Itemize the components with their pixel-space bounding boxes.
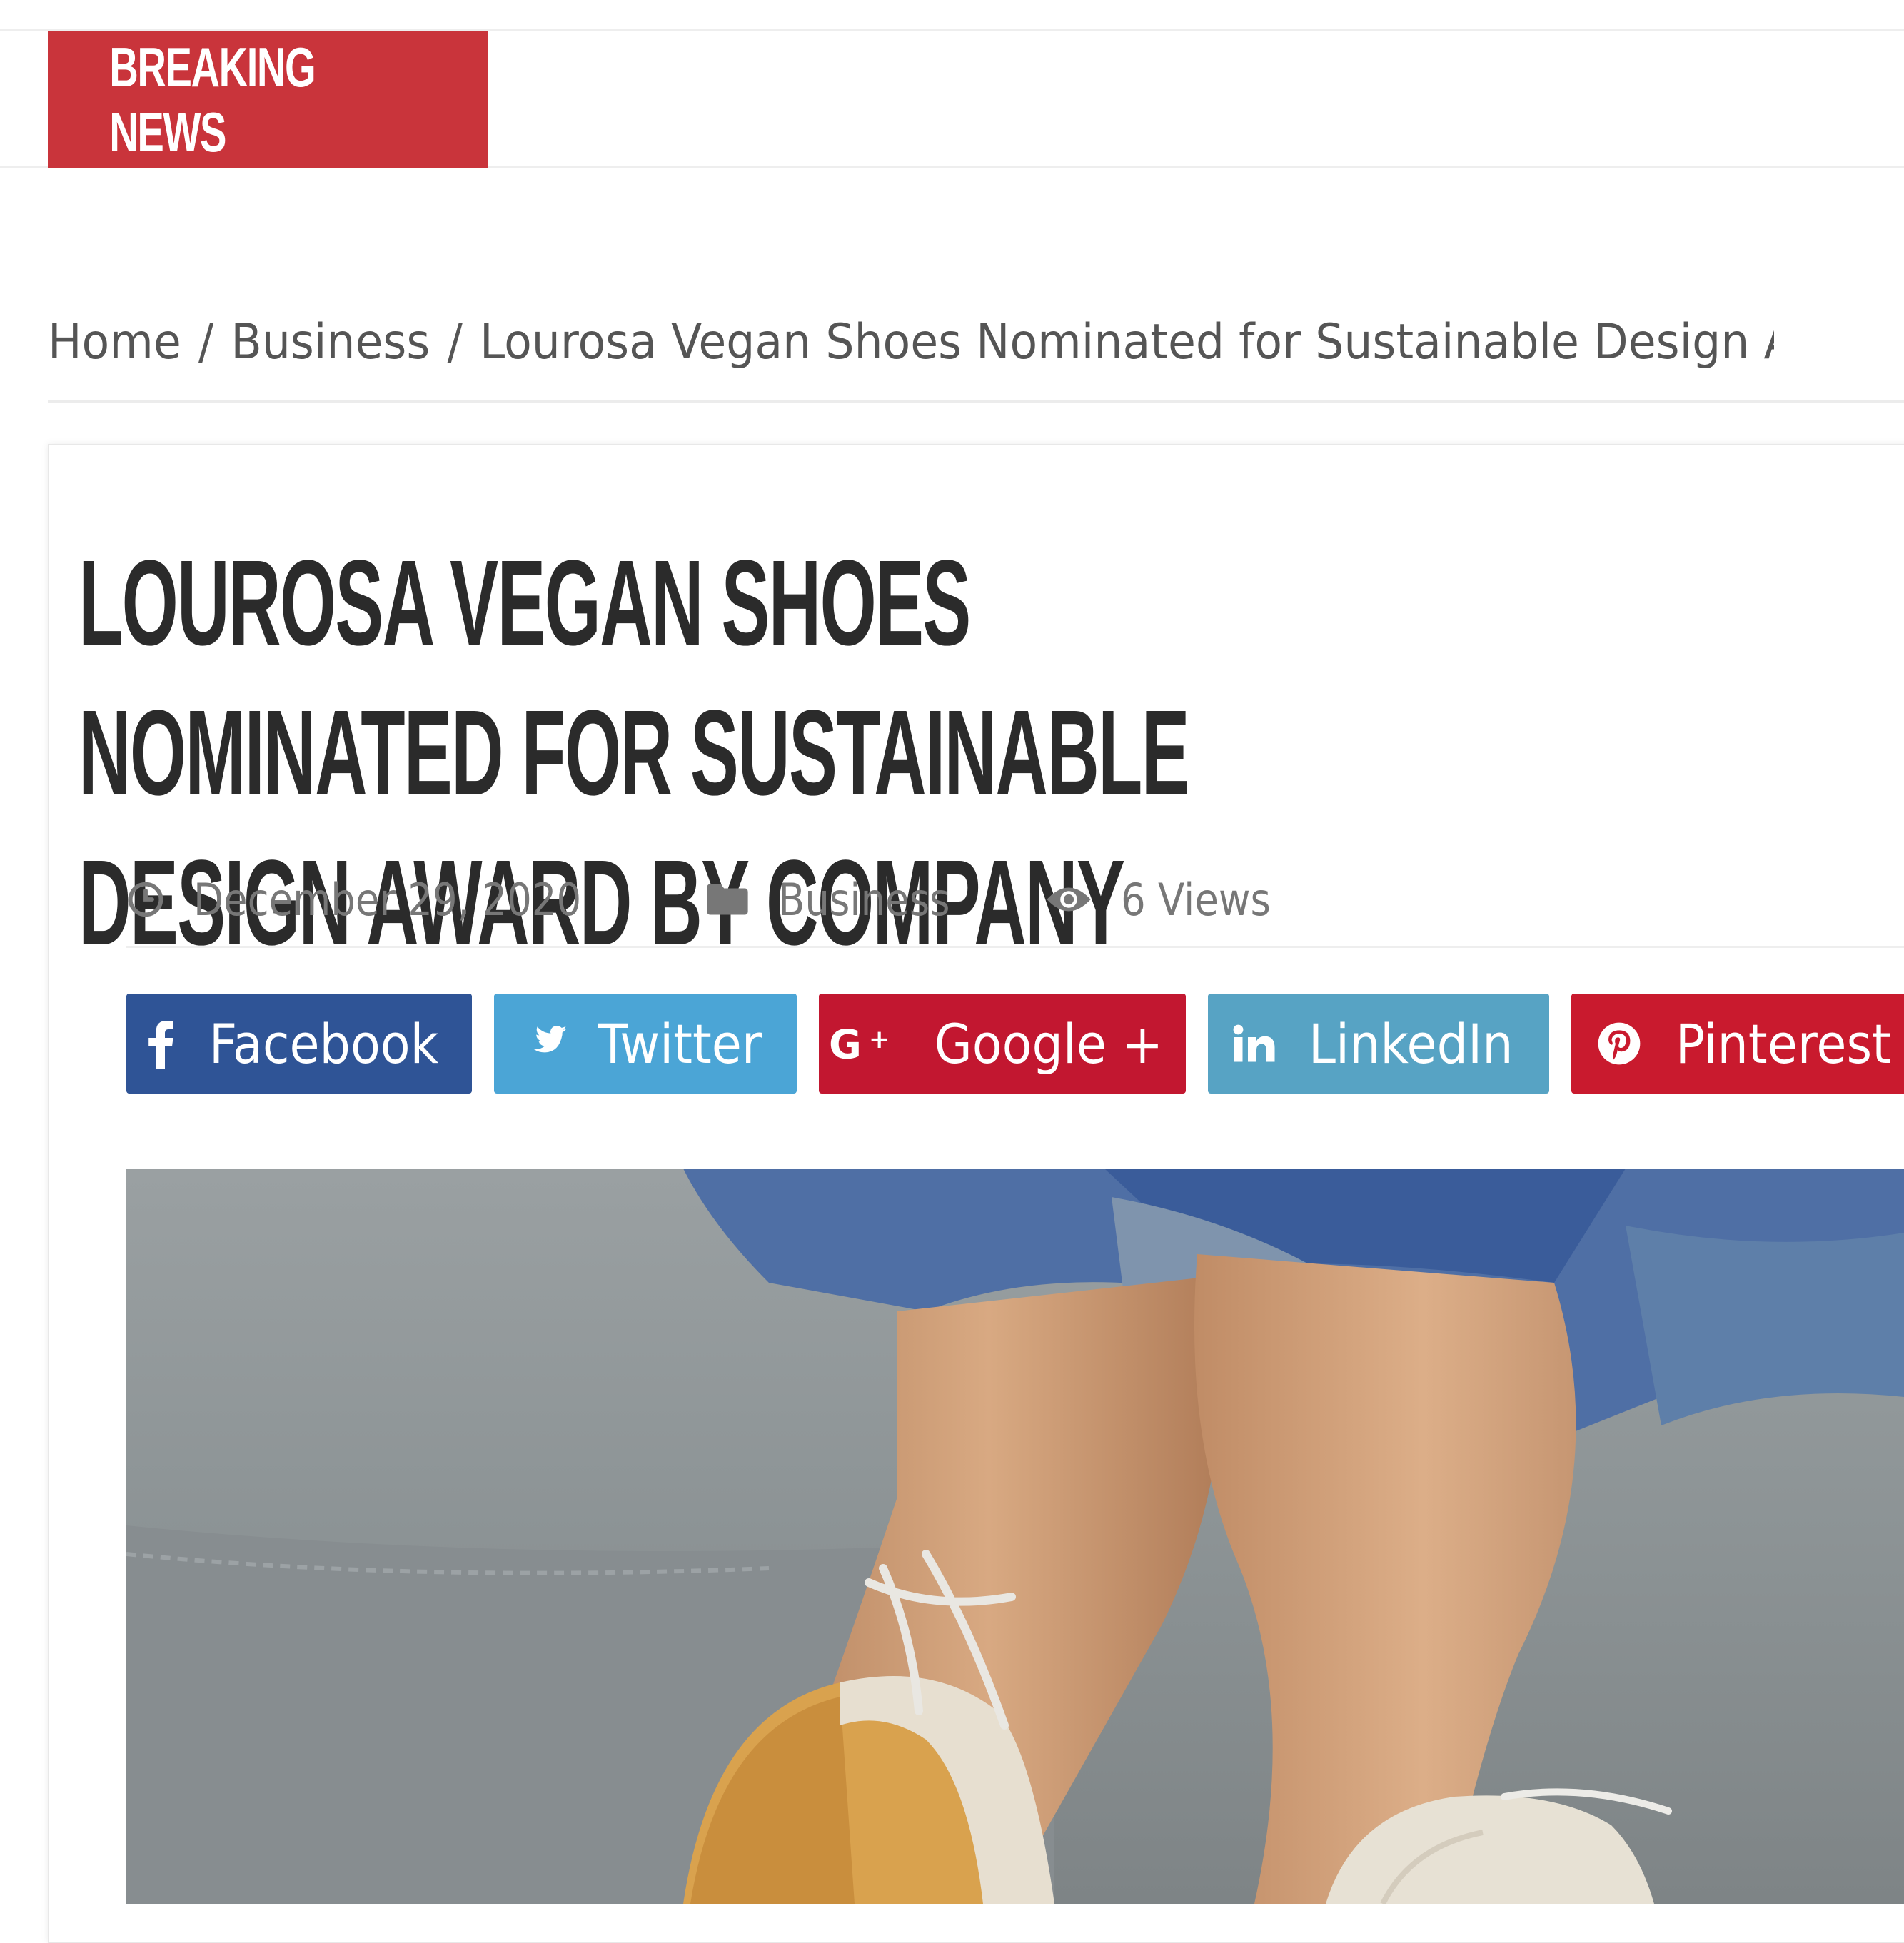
share-twitter-button[interactable]: Twitter xyxy=(494,994,797,1094)
clock-icon xyxy=(126,880,165,919)
featured-image[interactable] xyxy=(126,1169,1904,1904)
google-plus-icon: G + xyxy=(829,1022,900,1065)
breaking-news-badge[interactable]: BREAKING NEWS xyxy=(48,31,488,168)
svg-text:+: + xyxy=(869,1025,890,1054)
meta-date-text: December 29, 2020 xyxy=(193,873,582,926)
meta-divider xyxy=(126,946,1904,948)
share-facebook-label: Facebook xyxy=(209,1011,439,1076)
featured-photo xyxy=(126,1169,1904,1904)
facebook-icon xyxy=(146,1018,175,1069)
breadcrumb-separator: / xyxy=(447,314,463,370)
share-google-plus-button[interactable]: G + Google + xyxy=(819,994,1186,1094)
eye-icon xyxy=(1045,883,1092,916)
meta-category[interactable]: Business xyxy=(705,874,973,926)
meta-category-text: Business xyxy=(778,873,950,926)
share-linkedin-label: LinkedIn xyxy=(1308,1011,1513,1076)
breadcrumb-home[interactable]: Home xyxy=(48,314,181,370)
share-pinterest-button[interactable]: Pinterest xyxy=(1571,994,1904,1094)
twitter-icon xyxy=(520,1024,568,1064)
breadcrumb: Home / Business / Lourosa Vegan Shoes Nomina… xyxy=(48,307,1774,378)
breadcrumb-separator: / xyxy=(198,314,214,370)
meta-date: December 29, 2020 xyxy=(126,874,634,926)
meta-views-text: 6 Views xyxy=(1120,873,1271,926)
article-meta: December 29, 2020 Business 6 Views xyxy=(126,860,1362,939)
share-linkedin-button[interactable]: LinkedIn xyxy=(1208,994,1549,1094)
share-google-plus-label: Google + xyxy=(934,1011,1164,1076)
share-twitter-label: Twitter xyxy=(598,1011,762,1076)
linkedin-icon xyxy=(1233,1024,1276,1064)
breadcrumb-divider xyxy=(48,400,1904,403)
svg-text:G: G xyxy=(829,1022,862,1065)
pinterest-icon xyxy=(1596,1021,1642,1066)
folder-icon xyxy=(705,882,750,917)
breadcrumb-current: Lourosa Vegan Shoes Nominated for Sustai… xyxy=(479,314,1774,370)
breadcrumb-business[interactable]: Business xyxy=(231,314,430,370)
share-buttons: Facebook Twitter G + Google + LinkedIn P… xyxy=(126,994,1904,1094)
share-facebook-button[interactable]: Facebook xyxy=(126,994,472,1094)
share-pinterest-label: Pinterest xyxy=(1675,1011,1892,1076)
breaking-news-label: BREAKING NEWS xyxy=(109,35,316,163)
meta-views: 6 Views xyxy=(1045,874,1291,926)
